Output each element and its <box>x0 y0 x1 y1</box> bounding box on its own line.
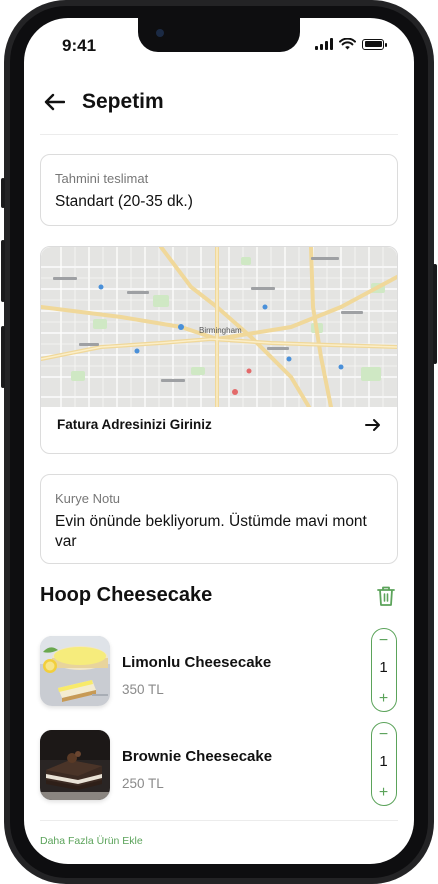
delivery-value: Standart (20-35 dk.) <box>55 193 193 210</box>
cart-item: Brownie Cheesecake 250 TL − 1 + <box>40 722 398 806</box>
add-more-products-link[interactable]: Daha Fazla Ürün Ekle <box>40 835 143 847</box>
status-icons <box>315 38 387 50</box>
courier-note-value: Evin önünde bekliyorum. Üstümde mavi mon… <box>55 513 367 550</box>
wifi-icon <box>339 38 356 50</box>
increase-quantity-button[interactable]: + <box>372 689 395 709</box>
quantity-stepper: − 1 + <box>371 628 397 712</box>
map-preview: Birmingham <box>41 247 397 407</box>
delivery-estimate-card[interactable]: Tahmini teslimat Standart (20-35 dk.) <box>40 154 398 226</box>
cellular-signal-icon <box>315 38 333 50</box>
volume-up-button <box>1 240 5 302</box>
header-divider <box>40 134 398 135</box>
product-name: Brownie Cheesecake <box>122 748 273 765</box>
app-screen: 9:41 Sepetim Tahmini teslimat Standart (… <box>24 18 414 864</box>
product-price: 250 TL <box>122 776 164 791</box>
store-name: Hoop Cheesecake <box>40 584 213 606</box>
back-button[interactable] <box>40 88 68 116</box>
status-time: 9:41 <box>62 36 97 55</box>
arrow-right-icon <box>365 418 380 431</box>
cart-item: Limonlu Cheesecake 350 TL − 1 + <box>40 628 398 712</box>
footer-divider <box>40 820 398 821</box>
power-button <box>433 264 437 364</box>
product-image <box>40 730 110 800</box>
delivery-label: Tahmini teslimat <box>55 171 149 186</box>
arrow-left-icon <box>44 93 65 111</box>
quantity-value: 1 <box>379 753 388 770</box>
billing-address-card[interactable]: Birmingham Fatura Adresinizi Giriniz <box>40 246 398 454</box>
courier-note-card[interactable]: Kurye Notu Evin önünde bekliyorum. Üstüm… <box>40 474 398 564</box>
billing-address-row: Fatura Adresinizi Giriniz <box>57 417 381 432</box>
page-header: Sepetim <box>40 88 164 116</box>
quantity-stepper: − 1 + <box>371 722 397 806</box>
battery-icon <box>362 38 387 50</box>
notch <box>138 18 300 52</box>
courier-note-label: Kurye Notu <box>55 491 121 506</box>
billing-address-label: Fatura Adresinizi Giriniz <box>57 417 212 432</box>
quantity-value: 1 <box>379 659 388 676</box>
mute-switch <box>1 178 5 208</box>
front-camera <box>156 29 164 37</box>
product-image <box>40 636 110 706</box>
trash-icon <box>377 586 395 606</box>
product-name: Limonlu Cheesecake <box>122 654 272 671</box>
delete-cart-button[interactable] <box>376 585 398 607</box>
decrease-quantity-button[interactable]: − <box>372 725 395 745</box>
decrease-quantity-button[interactable]: − <box>372 631 395 651</box>
map-city-label: Birmingham <box>199 326 242 335</box>
page-title: Sepetim <box>82 90 164 113</box>
product-price: 350 TL <box>122 682 164 697</box>
increase-quantity-button[interactable]: + <box>372 783 395 803</box>
volume-down-button <box>1 326 5 388</box>
